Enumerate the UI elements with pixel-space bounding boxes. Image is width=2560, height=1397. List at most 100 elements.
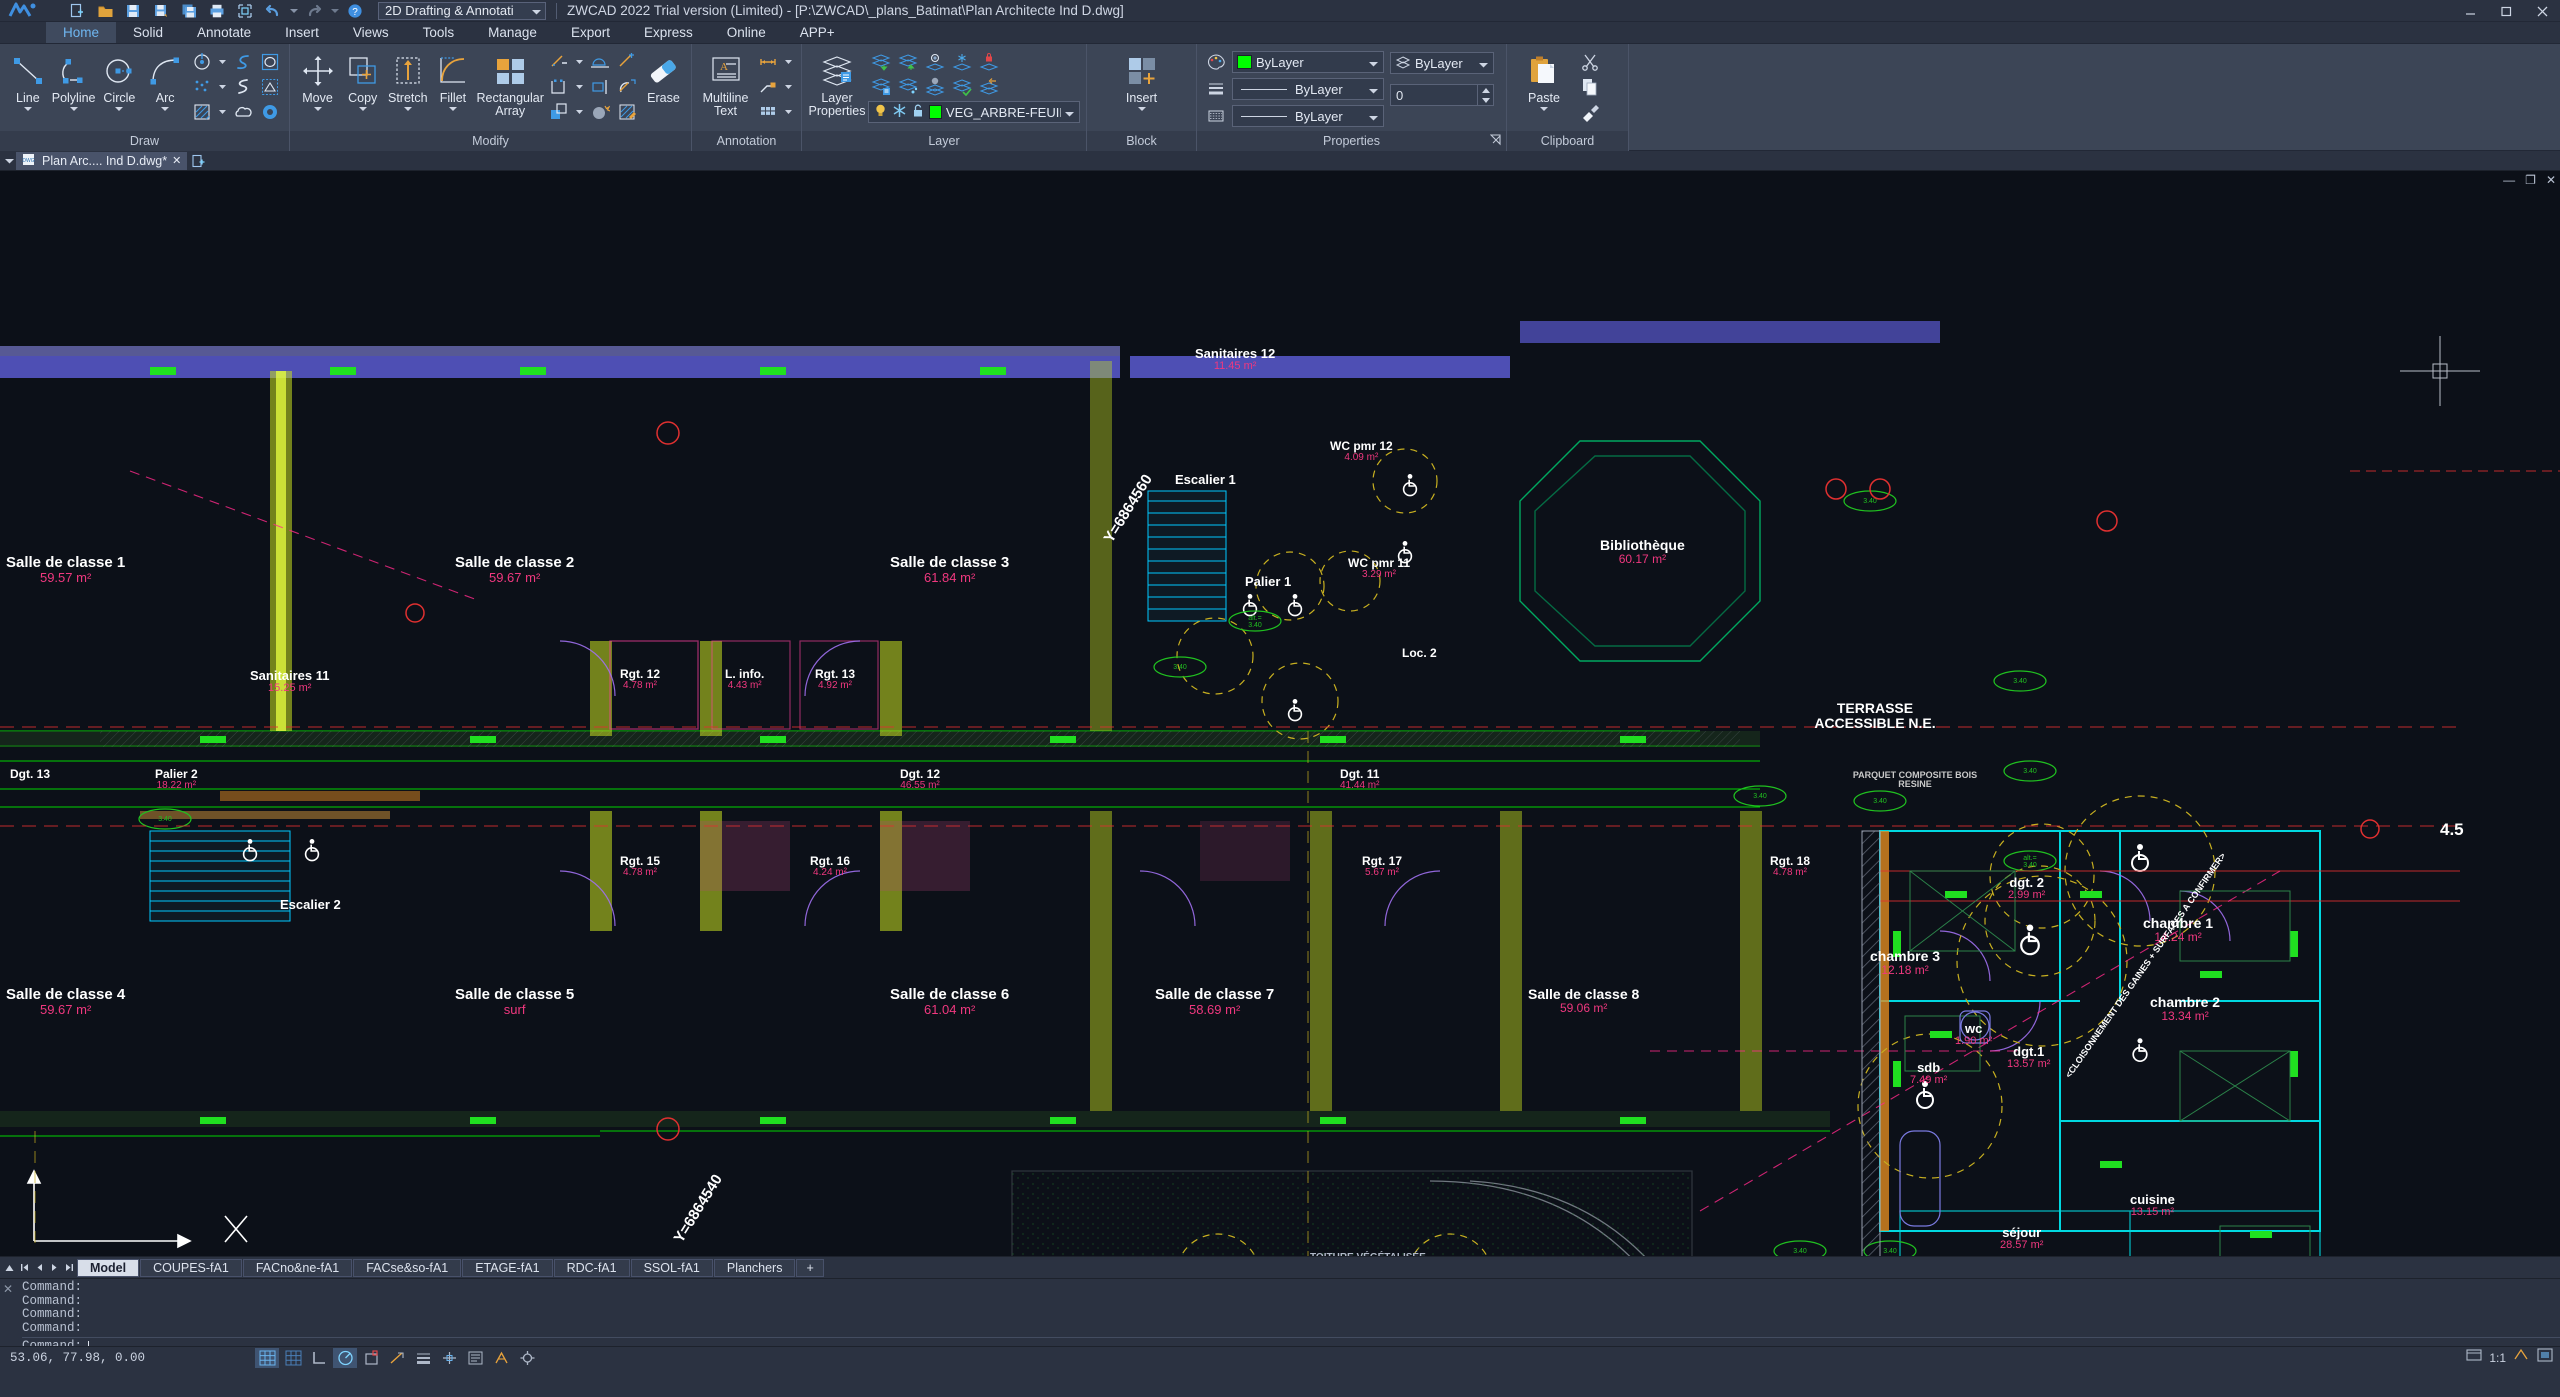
insert-block-button[interactable]: Insert [1111, 48, 1173, 111]
layout-tab-planchers[interactable]: Planchers [713, 1258, 796, 1277]
revision-cloud-icon[interactable] [230, 100, 256, 124]
save-all-icon[interactable] [176, 1, 202, 21]
stretch-dropdown-icon[interactable] [403, 107, 412, 111]
line-dropdown-icon[interactable] [23, 107, 32, 111]
viewport-minimize-button[interactable]: — [2503, 173, 2515, 187]
revision-spline-icon[interactable] [230, 75, 256, 99]
stepper-down-icon[interactable] [1477, 95, 1493, 105]
lineweight-show-icon[interactable] [411, 1348, 435, 1368]
ribbon-tab-views[interactable]: Views [336, 22, 406, 43]
layer-isolate-icon[interactable] [895, 74, 921, 98]
drawing-canvas[interactable]: — ❐ ✕ alt.= 3.40 3.40 alt.= 3.40 3.40 3.… [0, 171, 2560, 1256]
clean-screen-icon[interactable] [2536, 1347, 2554, 1368]
fillet-button[interactable]: Fillet [431, 48, 474, 111]
plot-preview-icon[interactable] [232, 1, 258, 21]
layout-tab-coupes[interactable]: COUPES-fA1 [140, 1258, 242, 1277]
new-file-icon[interactable] [64, 1, 90, 21]
rotate-icon[interactable] [614, 75, 640, 99]
layer-previous-icon[interactable] [895, 50, 921, 74]
spline-icon[interactable] [230, 50, 256, 74]
divide-dropdown-icon[interactable] [216, 75, 229, 99]
circle-dropdown-icon[interactable] [115, 107, 124, 111]
layout-tab-add[interactable]: + [796, 1258, 824, 1277]
current-layer-selector[interactable]: VEG_ARBRE-FEUILLU [868, 101, 1080, 123]
ribbon-tab-online[interactable]: Online [710, 22, 783, 43]
coordinate-readout[interactable]: 53.06, 77.98, 0.00 [0, 1351, 145, 1365]
snowflake-icon[interactable] [892, 103, 907, 121]
arc-button[interactable]: Arc [143, 48, 187, 111]
chevron-down-icon[interactable] [1369, 109, 1381, 124]
region-icon[interactable] [257, 75, 283, 99]
layer-lock-icon[interactable] [976, 50, 1002, 74]
properties-dialog-launcher-icon[interactable] [1489, 133, 1502, 149]
ribbon-tab-insert[interactable]: Insert [268, 22, 336, 43]
table-icon[interactable] [755, 100, 781, 124]
document-tab-menu-icon[interactable] [2, 158, 16, 164]
polyline-button[interactable]: Polyline [52, 48, 96, 111]
cut-icon[interactable] [1577, 50, 1603, 74]
move-button[interactable]: Move [296, 48, 339, 111]
layout-tab-facse[interactable]: FACse&so-fA1 [353, 1258, 462, 1277]
chevron-down-icon[interactable] [1479, 56, 1491, 71]
multiline-text-button[interactable]: A Multiline Text [698, 48, 753, 118]
copy-dropdown-icon[interactable] [358, 107, 367, 111]
ribbon-tab-appplus[interactable]: APP+ [783, 22, 852, 43]
layout-tab-ssol[interactable]: SSOL-fA1 [630, 1258, 713, 1277]
layout-tab-facno[interactable]: FACno&ne-fA1 [242, 1258, 353, 1277]
document-tab-plan-architecte[interactable]: DWG Plan Arc.... Ind D.dwg* ✕ [16, 151, 188, 170]
paste-button[interactable]: Paste [1513, 48, 1575, 111]
offset-icon[interactable] [587, 50, 613, 74]
maximize-button[interactable] [2488, 0, 2524, 22]
help-icon[interactable]: ? [342, 1, 368, 21]
linetype-selector[interactable]: ByLayer [1232, 105, 1384, 127]
erase-button[interactable]: Erase [642, 48, 685, 105]
annotation-scale-icon[interactable] [489, 1348, 513, 1368]
stepper-up-icon[interactable] [1477, 85, 1493, 95]
copy-button[interactable]: Copy [341, 48, 384, 111]
ribbon-tab-export[interactable]: Export [554, 22, 627, 43]
layout-tab-model[interactable]: Model [77, 1258, 140, 1277]
layer-restore-icon[interactable] [976, 74, 1002, 98]
layout-first-icon[interactable] [17, 1259, 32, 1277]
donut-icon[interactable] [257, 100, 283, 124]
transparency-input[interactable]: 0 [1390, 84, 1494, 106]
layout-scroll-up-icon[interactable] [2, 1259, 17, 1277]
redo-icon[interactable] [301, 1, 327, 21]
mirror-icon[interactable] [614, 50, 640, 74]
dynamic-input-icon[interactable] [437, 1348, 461, 1368]
align-icon[interactable] [587, 75, 613, 99]
fillet-dropdown-icon[interactable] [448, 107, 457, 111]
copy-clip-icon[interactable] [1577, 75, 1603, 99]
scale-icon[interactable] [546, 100, 572, 124]
leader-dropdown-icon[interactable] [782, 75, 795, 99]
trim-icon[interactable] [546, 50, 572, 74]
chevron-down-icon[interactable] [1369, 82, 1381, 97]
point-dropdown-icon[interactable] [216, 50, 229, 74]
workspace-switch-icon[interactable] [515, 1348, 539, 1368]
layer-off-icon[interactable] [922, 50, 948, 74]
dimension-dropdown-icon[interactable] [782, 50, 795, 74]
table-dropdown-icon[interactable] [782, 100, 795, 124]
model-space-icon[interactable] [2465, 1347, 2483, 1368]
layout-tab-etage[interactable]: ETAGE-fA1 [462, 1258, 553, 1277]
viewport-restore-button[interactable]: ❐ [2525, 173, 2536, 187]
ribbon-tab-solid[interactable]: Solid [116, 22, 180, 43]
save-icon[interactable] [120, 1, 146, 21]
save-as-icon[interactable] [148, 1, 174, 21]
otrack-icon[interactable] [385, 1348, 409, 1368]
hatch-icon[interactable] [189, 100, 215, 124]
paste-dropdown-icon[interactable] [1540, 107, 1548, 111]
leader-icon[interactable] [755, 75, 781, 99]
break-dropdown-icon[interactable] [573, 75, 586, 99]
line-button[interactable]: Line [6, 48, 50, 111]
layout-prev-icon[interactable] [32, 1259, 47, 1277]
arc-dropdown-icon[interactable] [161, 107, 170, 111]
workspace-selector[interactable]: 2D Drafting & Annotati [378, 1, 546, 20]
linear-dimension-icon[interactable] [755, 50, 781, 74]
layer-match-icon[interactable] [949, 74, 975, 98]
command-close-icon[interactable]: ✕ [0, 1279, 16, 1346]
viewport-close-button[interactable]: ✕ [2546, 173, 2556, 187]
annotation-visibility-icon[interactable] [2512, 1347, 2530, 1368]
annotation-scale-label[interactable]: 1:1 [2489, 1351, 2506, 1365]
close-button[interactable] [2524, 0, 2560, 22]
